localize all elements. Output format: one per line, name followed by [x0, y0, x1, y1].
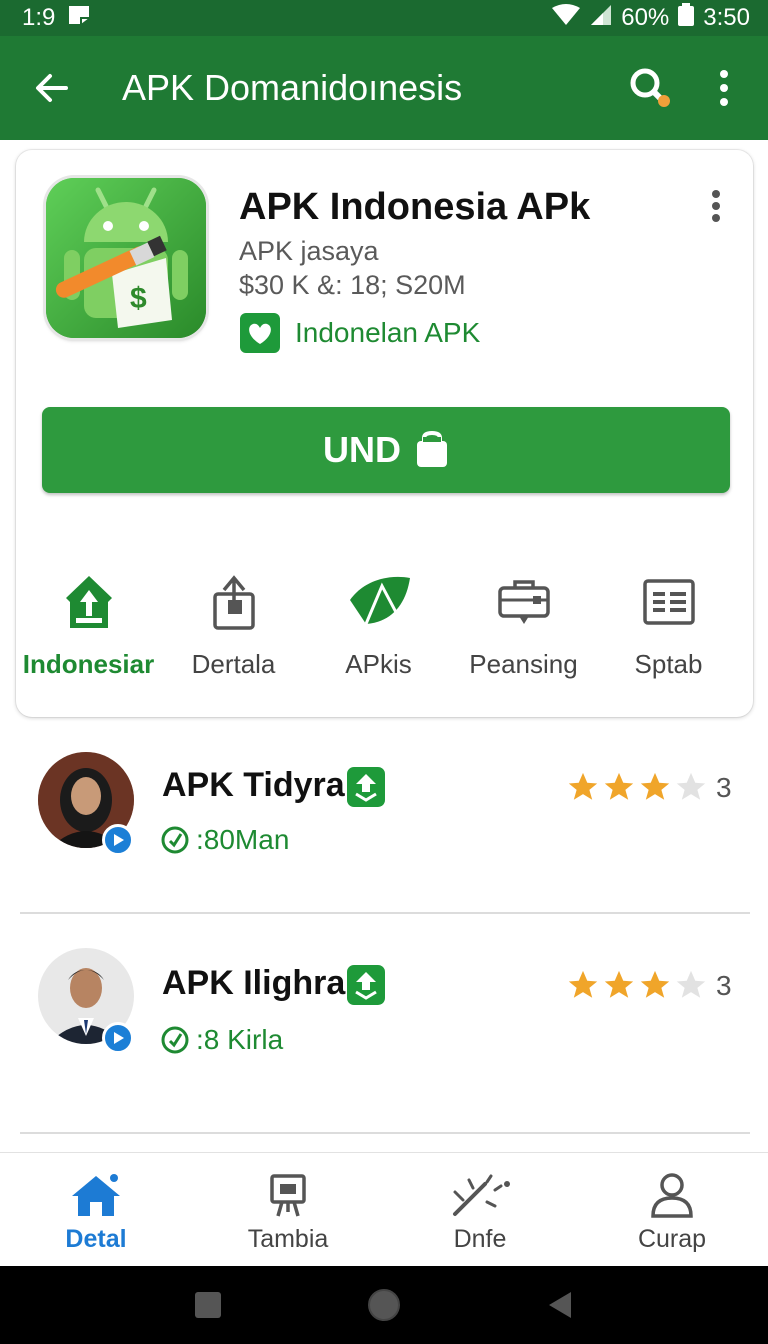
easel-icon: [268, 1171, 308, 1219]
wifi-icon: [551, 3, 581, 33]
action-sptab[interactable]: Sptab: [596, 570, 741, 680]
app-developer: APK jasaya: [239, 236, 379, 266]
status-bar: 1:9 60% 3:50: [0, 0, 768, 36]
divider: [20, 1132, 750, 1134]
rating-stars: [566, 770, 708, 804]
rating-stars: [566, 968, 708, 1002]
star-filled-icon: [604, 772, 634, 800]
shield-heart-icon: [240, 313, 280, 353]
app-meta: $30 K &: 18; S20M: [239, 270, 466, 300]
more-vertical-icon: [720, 70, 728, 106]
back-button[interactable]: [20, 56, 84, 120]
bottom-nav: Detal Tambia Dnfe Curap: [0, 1152, 768, 1266]
play-badge-icon: [102, 824, 134, 856]
review-name: APK Ilighra: [162, 964, 346, 1002]
svg-text:$: $: [130, 282, 147, 315]
divider: [20, 912, 750, 914]
android-robot-icon: $: [46, 178, 206, 338]
review-name: APK Tidyra: [162, 766, 345, 804]
square-icon: [195, 1292, 221, 1318]
play-badge-icon: [102, 1022, 134, 1054]
app-bar: APK Domanidoınesis: [0, 36, 768, 140]
star-empty-icon: [676, 970, 706, 998]
review-sub-text: :80Man: [196, 824, 290, 855]
action-label: Peansing: [469, 649, 578, 679]
nav-item-tambia[interactable]: Tambia: [192, 1153, 384, 1266]
search-icon: [630, 68, 670, 107]
action-peansing[interactable]: Peansing: [451, 570, 596, 680]
star-filled-icon: [640, 970, 670, 998]
status-left: 1:9: [22, 4, 91, 33]
clock-check-icon: [161, 826, 189, 854]
app-badge[interactable]: Indonelan APK: [239, 312, 480, 354]
more-vertical-icon: [712, 190, 720, 222]
action-label: Indonesiar: [22, 649, 155, 679]
status-right: 60% 3:50: [551, 2, 750, 34]
nav-label: Dnfe: [453, 1225, 507, 1253]
install-button[interactable]: UND: [42, 407, 730, 493]
app-name: APK Indonesia APk: [239, 186, 591, 228]
person-icon: [649, 1171, 695, 1219]
status-time-left: 1:9: [22, 4, 56, 31]
action-apkis[interactable]: APkis: [306, 570, 451, 680]
action-label: Dertala: [191, 649, 276, 679]
nav-label: Detal: [65, 1225, 127, 1253]
battery-icon: [677, 2, 695, 34]
notification-icon: [67, 4, 91, 33]
rating-count: 3: [716, 772, 732, 803]
star-filled-icon: [568, 970, 598, 998]
battery-percent: 60%: [621, 4, 670, 31]
leaf-icon: [346, 570, 412, 633]
action-label: APkis: [345, 649, 412, 679]
status-time-right: 3:50: [703, 4, 750, 31]
nav-item-dnfe[interactable]: Dnfe: [384, 1153, 576, 1266]
action-label: Sptab: [634, 649, 703, 679]
home-icon: [70, 1171, 122, 1219]
nav-label: Curap: [637, 1225, 707, 1253]
home-arrow-icon: [64, 570, 114, 633]
rating-count: 3: [716, 970, 732, 1001]
circle-icon: [368, 1289, 400, 1321]
list-icon: [642, 570, 696, 633]
install-button-label: UND: [323, 429, 401, 470]
search-button[interactable]: [622, 60, 678, 116]
card-menu-button[interactable]: [696, 186, 736, 226]
action-dertala[interactable]: Dertala: [161, 570, 306, 680]
magic-wand-icon: [447, 1171, 513, 1219]
page-title: APK Domanidoınesis: [122, 67, 463, 108]
review-sub-text: :8 Kirla: [196, 1024, 284, 1055]
nav-label: Tambia: [247, 1225, 329, 1253]
signal-icon: [589, 4, 613, 33]
briefcase-icon: [497, 570, 551, 633]
action-row: Indonesiar Dertala APkis Peansing Sptab: [16, 570, 753, 680]
arrow-left-icon: [36, 74, 68, 102]
action-indonesiar[interactable]: Indonesiar: [16, 570, 161, 680]
nav-item-curap[interactable]: Curap: [576, 1153, 768, 1266]
verified-badge-icon: [346, 964, 386, 1005]
back-system-button[interactable]: [536, 1281, 584, 1329]
app-icon: $: [46, 178, 206, 338]
list-item[interactable]: APK Ilighra :8 Kirla 3: [0, 946, 768, 1106]
app-card: $ APK Indonesia APk APK jasaya $30 K &: …: [16, 150, 753, 717]
nav-item-detal[interactable]: Detal: [0, 1153, 192, 1266]
home-system-button[interactable]: [360, 1281, 408, 1329]
verified-badge-icon: [346, 766, 386, 807]
clock-check-icon: [161, 1026, 189, 1054]
app-badge-label: Indonelan APK: [295, 317, 481, 348]
bag-icon: [417, 431, 447, 467]
star-filled-icon: [604, 970, 634, 998]
star-empty-icon: [676, 772, 706, 800]
review-sub: :8 Kirla: [160, 1024, 283, 1056]
share-icon: [211, 570, 257, 633]
star-filled-icon: [568, 772, 598, 800]
recents-button[interactable]: [184, 1281, 232, 1329]
triangle-back-icon: [549, 1292, 571, 1318]
star-filled-icon: [640, 772, 670, 800]
review-sub: :80Man: [160, 824, 289, 856]
overflow-menu-button[interactable]: [696, 60, 752, 116]
system-nav-bar: [0, 1266, 768, 1344]
list-item[interactable]: APK Tidyra :80Man 3: [0, 750, 768, 910]
